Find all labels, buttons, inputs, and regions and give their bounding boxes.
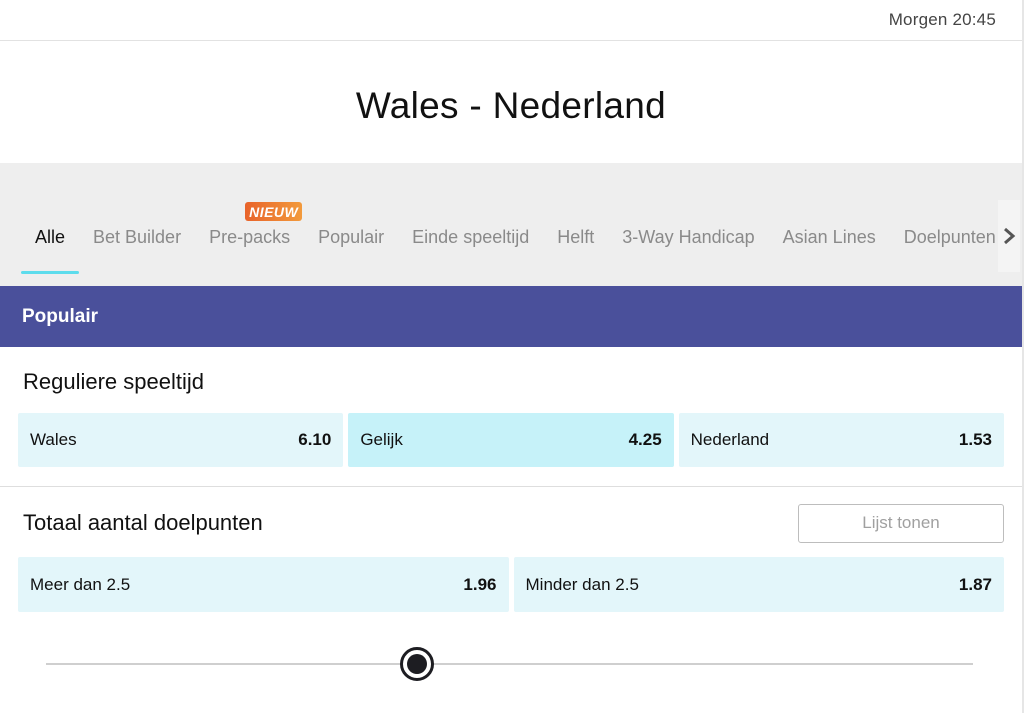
market-totaal-doelpunten: Totaal aantal doelpunten Lijst tonen Mee… <box>0 487 1022 612</box>
tabs-scroll-right-button[interactable] <box>998 200 1020 272</box>
outcome-label: Meer dan 2.5 <box>30 574 131 594</box>
market-title: Totaal aantal doelpunten <box>23 510 263 535</box>
slider[interactable] <box>46 647 973 681</box>
market-tabs: Alle Bet Builder NIEUW Pre-packs Populai… <box>0 163 1000 286</box>
outcome-price: 6.10 <box>298 430 332 449</box>
match-title: Wales - Nederland <box>355 85 667 126</box>
tab-alle[interactable]: Alle <box>21 163 80 286</box>
market-title: Reguliere speeltijd <box>23 369 204 394</box>
tab-helft[interactable]: Helft <box>543 163 608 286</box>
outcome-price: 1.87 <box>958 574 992 594</box>
tab-label: Doelpunten <box>903 227 996 247</box>
odds-button-nederland[interactable]: Nederland 1.53 <box>678 413 1004 467</box>
outcome-price: 4.25 <box>628 430 662 449</box>
chevron-right-icon <box>1004 227 1016 245</box>
outcome-price: 1.96 <box>463 574 497 594</box>
tab-label: Populair <box>318 227 385 247</box>
tab-label: Alle <box>35 227 66 247</box>
tab-label: Einde speeltijd <box>412 227 530 247</box>
market-reguliere-speeltijd: Reguliere speeltijd Wales 6.10 Gelijk 4.… <box>0 347 1022 467</box>
tab-label: Asian Lines <box>782 227 876 247</box>
odds-button-gelijk[interactable]: Gelijk 4.25 <box>348 413 674 467</box>
odds-row: Wales 6.10 Gelijk 4.25 Nederland 1.53 <box>18 413 1004 467</box>
section-title: Populair <box>22 305 99 327</box>
section-header: Populair <box>0 286 1022 347</box>
page: Morgen 20:45 Wales - Nederland Alle Bet … <box>0 0 1024 713</box>
outcome-label: Minder dan 2.5 <box>525 574 639 594</box>
tab-populair[interactable]: Populair <box>304 163 398 286</box>
tab-label: Pre-packs <box>209 227 291 247</box>
market-tabs-bar: Alle Bet Builder NIEUW Pre-packs Populai… <box>0 163 1022 286</box>
tab-pre-packs[interactable]: NIEUW Pre-packs <box>195 163 304 286</box>
outcome-label: Nederland <box>690 430 770 449</box>
tab-doelpunten[interactable]: Doelpunten <box>890 163 1000 286</box>
odds-row: Meer dan 2.5 1.96 Minder dan 2.5 1.87 <box>18 557 1004 612</box>
market-head: Totaal aantal doelpunten Lijst tonen <box>18 487 1004 557</box>
slider-thumb-dot <box>406 654 427 674</box>
slider-thumb[interactable] <box>399 647 434 681</box>
tab-asian-lines[interactable]: Asian Lines <box>769 163 890 286</box>
tab-einde-speeltijd[interactable]: Einde speeltijd <box>398 163 543 286</box>
tab-3-way-handicap[interactable]: 3-Way Handicap <box>608 163 768 286</box>
slider-track[interactable] <box>46 663 973 665</box>
tab-label: 3-Way Handicap <box>622 227 755 247</box>
odds-button-meer-dan[interactable]: Meer dan 2.5 1.96 <box>18 557 509 612</box>
tab-label: Bet Builder <box>93 227 182 247</box>
market-head: Reguliere speeltijd <box>18 347 1004 413</box>
tab-bet-builder[interactable]: Bet Builder <box>79 163 195 286</box>
match-header: Wales - Nederland <box>0 41 1022 163</box>
match-time: Morgen 20:45 <box>888 10 996 29</box>
outcome-label: Wales <box>30 430 77 449</box>
outcome-price: 1.53 <box>958 430 992 449</box>
show-list-button[interactable]: Lijst tonen <box>798 503 1004 543</box>
tab-label: Helft <box>557 227 595 247</box>
outcome-label: Gelijk <box>360 430 403 449</box>
new-badge: NIEUW <box>245 202 303 221</box>
top-bar: Morgen 20:45 <box>0 0 1022 41</box>
odds-button-wales[interactable]: Wales 6.10 <box>18 413 344 467</box>
odds-button-minder-dan[interactable]: Minder dan 2.5 1.87 <box>513 557 1004 612</box>
